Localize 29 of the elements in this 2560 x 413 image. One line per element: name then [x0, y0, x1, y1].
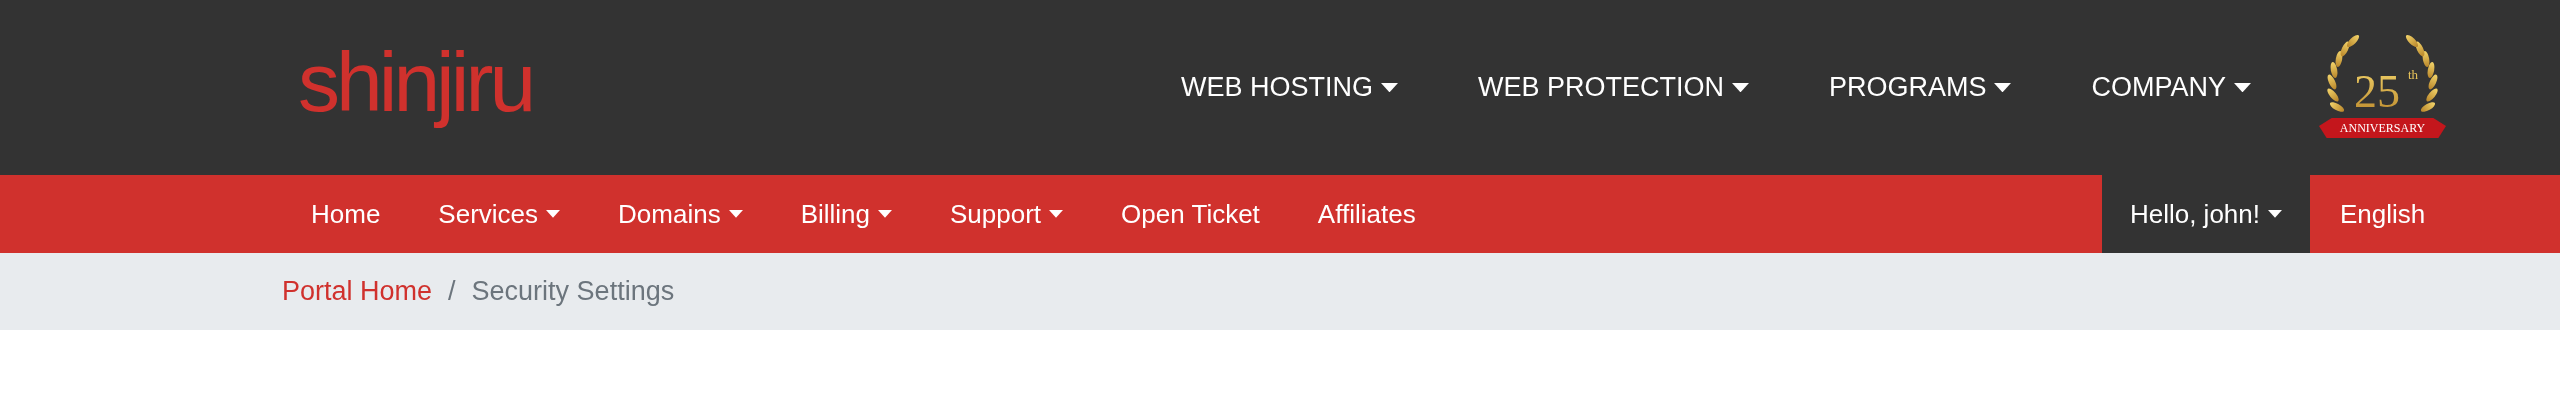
caret-icon [1380, 82, 1398, 93]
nav-link[interactable]: Domains [589, 175, 772, 253]
anniversary-ribbon: ANNIVERSARY [2319, 118, 2446, 138]
anniversary-suffix: th [2408, 67, 2419, 82]
top-nav-link[interactable]: PROGRAMS [1814, 67, 2026, 108]
anniversary-number: 25 [2354, 66, 2400, 117]
language-selector[interactable]: English [2310, 175, 2560, 253]
nav-link[interactable]: Support [921, 175, 1093, 253]
breadcrumb-separator: / [447, 275, 457, 309]
top-nav-link[interactable]: COMPANY [2077, 67, 2265, 108]
account-menu[interactable]: Hello, john! [2101, 175, 2310, 253]
caret-icon [1994, 82, 2012, 93]
caret-icon [878, 210, 893, 218]
breadcrumb-current: Security Settings [471, 275, 675, 309]
nav-link[interactable]: Affiliates [1288, 175, 1445, 253]
caret-icon [546, 210, 561, 218]
nav-link[interactable]: Billing [771, 175, 922, 253]
nav-link[interactable]: Home [282, 175, 410, 253]
nav-link[interactable]: Services [409, 175, 590, 253]
caret-icon [2268, 210, 2282, 218]
breadcrumb-link[interactable]: Portal Home [282, 271, 433, 312]
caret-icon [1731, 82, 1749, 93]
caret-icon [1049, 210, 1064, 218]
top-nav-link[interactable]: WEB PROTECTION [1463, 67, 1763, 108]
caret-icon [2234, 82, 2251, 93]
top-nav-link[interactable]: WEB HOSTING [1166, 67, 1412, 108]
laurel-icon [2327, 34, 2438, 112]
nav-link[interactable]: Open Ticket [1092, 175, 1289, 253]
caret-icon [728, 210, 743, 218]
